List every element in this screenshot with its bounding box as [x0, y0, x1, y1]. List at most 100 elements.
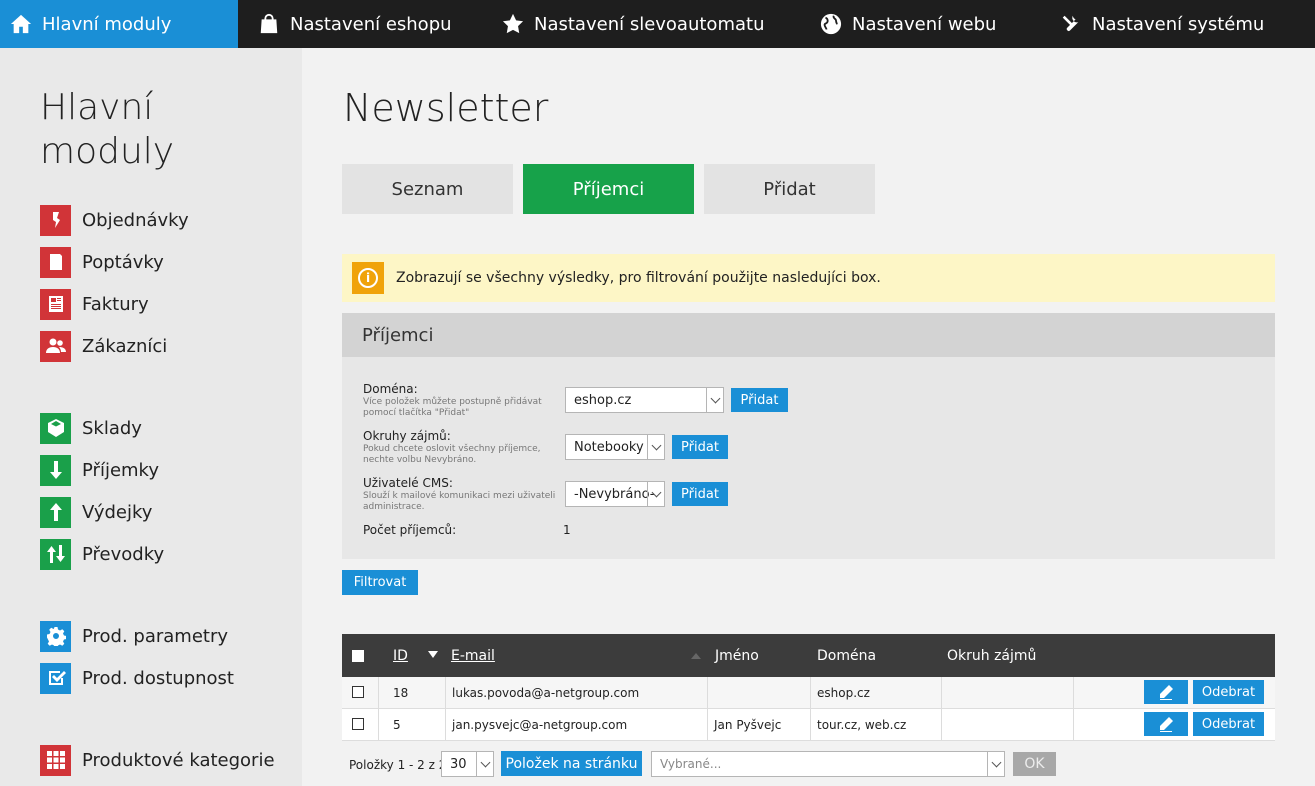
sidebar-item-warehouses[interactable]: Sklady [40, 412, 142, 444]
divider [810, 677, 811, 708]
per-page-button[interactable]: Položek na stránku [501, 751, 642, 776]
sidebar-item-label: Prod. dostupnost [82, 667, 234, 689]
divider [941, 709, 942, 740]
nav-label: Nastavení webu [852, 13, 997, 35]
edit-button[interactable] [1144, 712, 1188, 736]
sidebar-item-label: Faktury [82, 293, 149, 315]
nav-web-settings[interactable]: Nastavení webu [809, 0, 1049, 48]
row-domain: eshop.cz [817, 686, 870, 700]
table-header: ID E-mail Jméno Doména Okruh zájmů [342, 634, 1275, 677]
sort-desc-icon[interactable] [428, 651, 438, 658]
table-row: 18 lukas.povoda@a-netgroup.com eshop.cz … [342, 677, 1275, 709]
sidebar-item-customers[interactable]: Zákazníci [40, 330, 167, 362]
pencil-icon [1160, 685, 1173, 700]
sidebar-item-label: Poptávky [82, 251, 164, 273]
column-id[interactable]: ID [393, 648, 408, 664]
table-row: 5 jan.pysvejc@a-netgroup.com Jan Pyšvejc… [342, 709, 1275, 741]
cms-users-hint: Slouží k mailové komunikaci mezi uživate… [363, 491, 556, 512]
recipients-table: ID E-mail Jméno Doména Okruh zájmů 18 lu… [342, 634, 1275, 741]
sidebar-item-product-categories[interactable]: Produktové kategorie [40, 744, 275, 776]
interests-select[interactable]: Notebooky [565, 434, 665, 460]
invoices-icon [40, 288, 71, 320]
sidebar-title: Hlavní moduly [40, 87, 175, 172]
row-name: Jan Pyšvejc [714, 718, 782, 732]
sidebar-item-label: Sklady [82, 417, 142, 439]
domain-add-button[interactable]: Přidat [731, 388, 788, 412]
nav-discount-settings[interactable]: Nastavení slevoautomatu [492, 0, 809, 48]
edit-button[interactable] [1144, 680, 1188, 704]
divider [707, 677, 708, 708]
nav-main-modules[interactable]: Hlavní moduly [0, 0, 238, 48]
info-icon: i [352, 262, 384, 294]
row-checkbox[interactable] [352, 718, 364, 730]
divider [445, 709, 446, 740]
row-domain: tour.cz, web.cz [817, 718, 907, 732]
remove-button[interactable]: Odebrat [1193, 680, 1264, 704]
alert-text: Zobrazují se všechny výsledky, pro filtr… [396, 270, 881, 286]
sidebar-item-label: Objednávky [82, 209, 189, 231]
sidebar-item-invoices[interactable]: Faktury [40, 288, 149, 320]
divider [1073, 677, 1074, 708]
row-checkbox[interactable] [352, 686, 364, 698]
row-email: lukas.povoda@a-netgroup.com [452, 686, 640, 700]
ok-button[interactable]: OK [1013, 752, 1056, 776]
divider [707, 709, 708, 740]
domain-label: Doména: [363, 382, 418, 396]
filter-panel: Příjemci Doména: Více položek můžete pos… [342, 313, 1275, 559]
nav-label: Nastavení systému [1092, 13, 1265, 35]
cms-users-label: Uživatelé CMS: [363, 476, 453, 490]
sidebar-item-receipts[interactable]: Příjemky [40, 454, 159, 486]
divider [1073, 709, 1074, 740]
divider [810, 709, 811, 740]
sort-asc-icon[interactable] [691, 653, 701, 659]
cms-users-add-button[interactable]: Přidat [672, 482, 728, 506]
select-all-checkbox[interactable] [352, 650, 364, 662]
per-page-select[interactable]: 30 [441, 751, 494, 777]
warehouse-icon [40, 412, 71, 444]
recipient-count-label: Počet příjemců: [363, 523, 457, 537]
top-navigation: Hlavní moduly Nastavení eshopu Nastavení… [0, 0, 1315, 48]
nav-system-settings[interactable]: Nastavení systému [1049, 0, 1315, 48]
star-icon [502, 13, 524, 35]
home-icon [10, 13, 32, 35]
pencil-icon [1160, 717, 1173, 732]
nav-label: Hlavní moduly [42, 13, 172, 35]
tools-icon [1060, 13, 1082, 35]
divider [445, 677, 446, 708]
sidebar-item-inquiries[interactable]: Poptávky [40, 246, 164, 278]
chevron-down-icon [647, 482, 664, 506]
sidebar-item-issues[interactable]: Výdejky [40, 496, 152, 528]
interests-hint: Pokud chcete oslovit všechny příjemce, n… [363, 444, 541, 465]
column-interest: Okruh zájmů [947, 648, 1037, 664]
interests-select-value: Notebooky [574, 439, 644, 455]
nav-eshop-settings[interactable]: Nastavení eshopu [238, 0, 492, 48]
domain-select[interactable]: eshop.cz [565, 387, 724, 413]
sidebar-item-product-availability[interactable]: Prod. dostupnost [40, 662, 234, 694]
sidebar-item-label: Výdejky [82, 501, 153, 523]
column-email[interactable]: E-mail [451, 648, 495, 664]
interests-add-button[interactable]: Přidat [672, 435, 728, 459]
per-page-value: 30 [450, 756, 467, 772]
row-id: 18 [393, 686, 409, 700]
column-domain: Doména [817, 648, 877, 664]
sidebar-item-label: Příjemky [82, 459, 159, 481]
sidebar-item-transfers[interactable]: Převodky [40, 538, 164, 570]
sidebar-item-orders[interactable]: Objednávky [40, 204, 189, 236]
chevron-down-icon [476, 752, 493, 776]
domain-hint: Více položek můžete postupně přidávat po… [363, 397, 542, 418]
divider [378, 677, 379, 708]
chevron-down-icon [987, 752, 1004, 776]
cms-users-select[interactable]: -Nevybráno- [565, 481, 665, 507]
sidebar-item-label: Produktové kategorie [82, 749, 275, 771]
tab-recipients[interactable]: Příjemci [523, 164, 694, 214]
filter-button[interactable]: Filtrovat [342, 570, 418, 595]
remove-button[interactable]: Odebrat [1193, 712, 1264, 736]
sidebar: Hlavní moduly Objednávky Poptávky Faktur… [0, 48, 302, 786]
recipient-count-value: 1 [563, 523, 571, 537]
shopping-bag-icon [258, 13, 280, 35]
bulk-action-select[interactable]: Vybrané... [651, 751, 1005, 777]
sidebar-item-product-parameters[interactable]: Prod. parametry [40, 620, 228, 652]
tab-list[interactable]: Seznam [342, 164, 513, 214]
inquiries-icon [40, 246, 71, 278]
tab-add[interactable]: Přidat [704, 164, 875, 214]
